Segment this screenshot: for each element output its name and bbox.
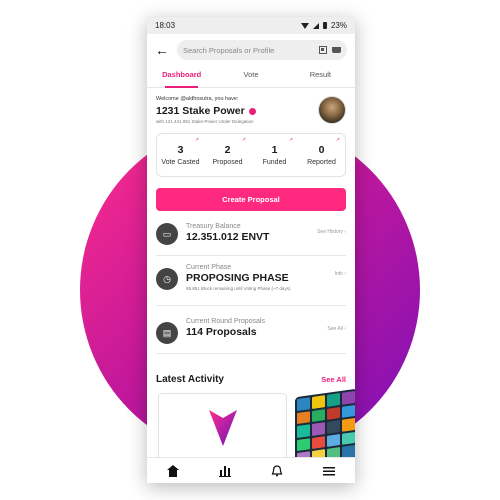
stat-label: Vote Casted xyxy=(161,159,200,166)
treasury-label: Treasury Balance xyxy=(186,223,241,230)
profile-summary: Welcome @aldhosutra, you have: 1231 Stak… xyxy=(147,88,355,124)
external-link-icon: ↗ xyxy=(194,137,199,143)
external-link-icon: ↗ xyxy=(241,137,246,143)
create-proposal-button[interactable]: Create Proposal xyxy=(156,188,346,211)
stat-value: 2 xyxy=(224,144,231,156)
see-all-proposals-link[interactable]: See All › xyxy=(327,326,346,332)
external-link-icon: ↗ xyxy=(335,137,340,143)
cart-icon[interactable] xyxy=(332,47,341,53)
external-link-icon: ↗ xyxy=(288,137,293,143)
phase-text: Current Phase PROPOSING PHASE 65.851 Blo… xyxy=(186,264,290,305)
stat-label: Proposed xyxy=(212,159,243,166)
chart-icon[interactable] xyxy=(215,461,235,481)
phase-block: ◷ Current Phase PROPOSING PHASE 65.851 B… xyxy=(156,264,346,306)
stat-label: Funded xyxy=(262,159,287,166)
tab-bar: Dashboard Vote Result xyxy=(147,70,355,88)
round-block: ▤ Current Round Proposals 114 Proposals … xyxy=(156,314,346,354)
stat-reported[interactable]: ↗ 0 Reported xyxy=(298,134,345,176)
status-bar: 18:03 23% xyxy=(147,17,355,34)
phase-subtext: 65.851 Block remaining until Voting Phas… xyxy=(186,286,291,291)
proposals-icon: ▤ xyxy=(156,322,178,344)
round-text: Current Round Proposals 114 Proposals xyxy=(186,318,265,353)
signal-icon xyxy=(312,22,319,29)
clock-icon: ◷ xyxy=(156,268,178,290)
tab-vote[interactable]: Vote xyxy=(216,70,285,87)
bell-icon[interactable] xyxy=(267,461,287,481)
tab-dashboard[interactable]: Dashboard xyxy=(147,70,216,88)
activity-card-collage[interactable] xyxy=(295,388,355,468)
status-indicators: 23% xyxy=(300,21,347,30)
treasury-block: ▭ Treasury Balance 12.351.012 ENVT See H… xyxy=(156,223,346,256)
stake-power-value: 1231 Stake Power xyxy=(156,105,245,117)
app-logo-icon xyxy=(208,410,237,446)
stat-proposed[interactable]: ↗ 2 Proposed xyxy=(204,134,251,176)
stat-value: 1 xyxy=(271,144,278,156)
stat-value: 3 xyxy=(177,144,184,156)
battery-level: 23% xyxy=(330,21,347,30)
welcome-text: Welcome @aldhosutra, you have: xyxy=(156,96,239,102)
status-time: 18:03 xyxy=(155,21,176,30)
back-arrow-icon[interactable]: ← xyxy=(155,43,169,57)
latest-activity-header: Latest Activity See All xyxy=(147,374,355,385)
phone-screen: 18:03 23% ← Search Proposals or Profile … xyxy=(147,17,355,483)
phase-info-link[interactable]: Info › xyxy=(335,271,346,277)
search-row: ← Search Proposals or Profile xyxy=(147,34,355,60)
wifi-icon xyxy=(300,22,309,29)
avatar[interactable] xyxy=(318,96,346,124)
wallet-icon: ▭ xyxy=(156,223,178,245)
delegation-text: with 121.431.091 Stake-Power Under Deleg… xyxy=(156,119,254,124)
stats-card: ↗ 3 Vote Casted ↗ 2 Proposed ↗ 1 Funded … xyxy=(156,133,346,177)
see-history-link[interactable]: See History › xyxy=(317,229,346,235)
treasury-text: Treasury Balance 12.351.012 ENVT xyxy=(186,223,269,255)
stat-label: Reported xyxy=(307,159,336,166)
latest-activity-title: Latest Activity xyxy=(156,374,224,385)
phase-value: PROPOSING PHASE xyxy=(186,272,289,284)
home-icon[interactable] xyxy=(163,461,183,481)
tab-result[interactable]: Result xyxy=(286,70,355,87)
search-placeholder: Search Proposals or Profile xyxy=(183,45,275,55)
round-label: Current Round Proposals xyxy=(186,318,265,325)
stat-funded[interactable]: ↗ 1 Funded xyxy=(251,134,298,176)
battery-icon xyxy=(322,22,327,29)
treasury-value: 12.351.012 ENVT xyxy=(186,231,270,243)
info-dot-icon[interactable] xyxy=(248,107,256,115)
stat-value: 0 xyxy=(318,144,325,156)
search-actions xyxy=(319,46,341,54)
bottom-nav xyxy=(147,457,355,483)
activity-card[interactable] xyxy=(158,393,287,463)
see-all-activity-link[interactable]: See All xyxy=(321,375,346,384)
stat-vote-casted[interactable]: ↗ 3 Vote Casted xyxy=(157,134,204,176)
search-input[interactable]: Search Proposals or Profile xyxy=(177,40,347,60)
qr-code-icon[interactable] xyxy=(319,46,327,54)
round-value: 114 Proposals xyxy=(186,326,257,338)
menu-icon[interactable] xyxy=(319,461,339,481)
phase-label: Current Phase xyxy=(186,264,232,271)
